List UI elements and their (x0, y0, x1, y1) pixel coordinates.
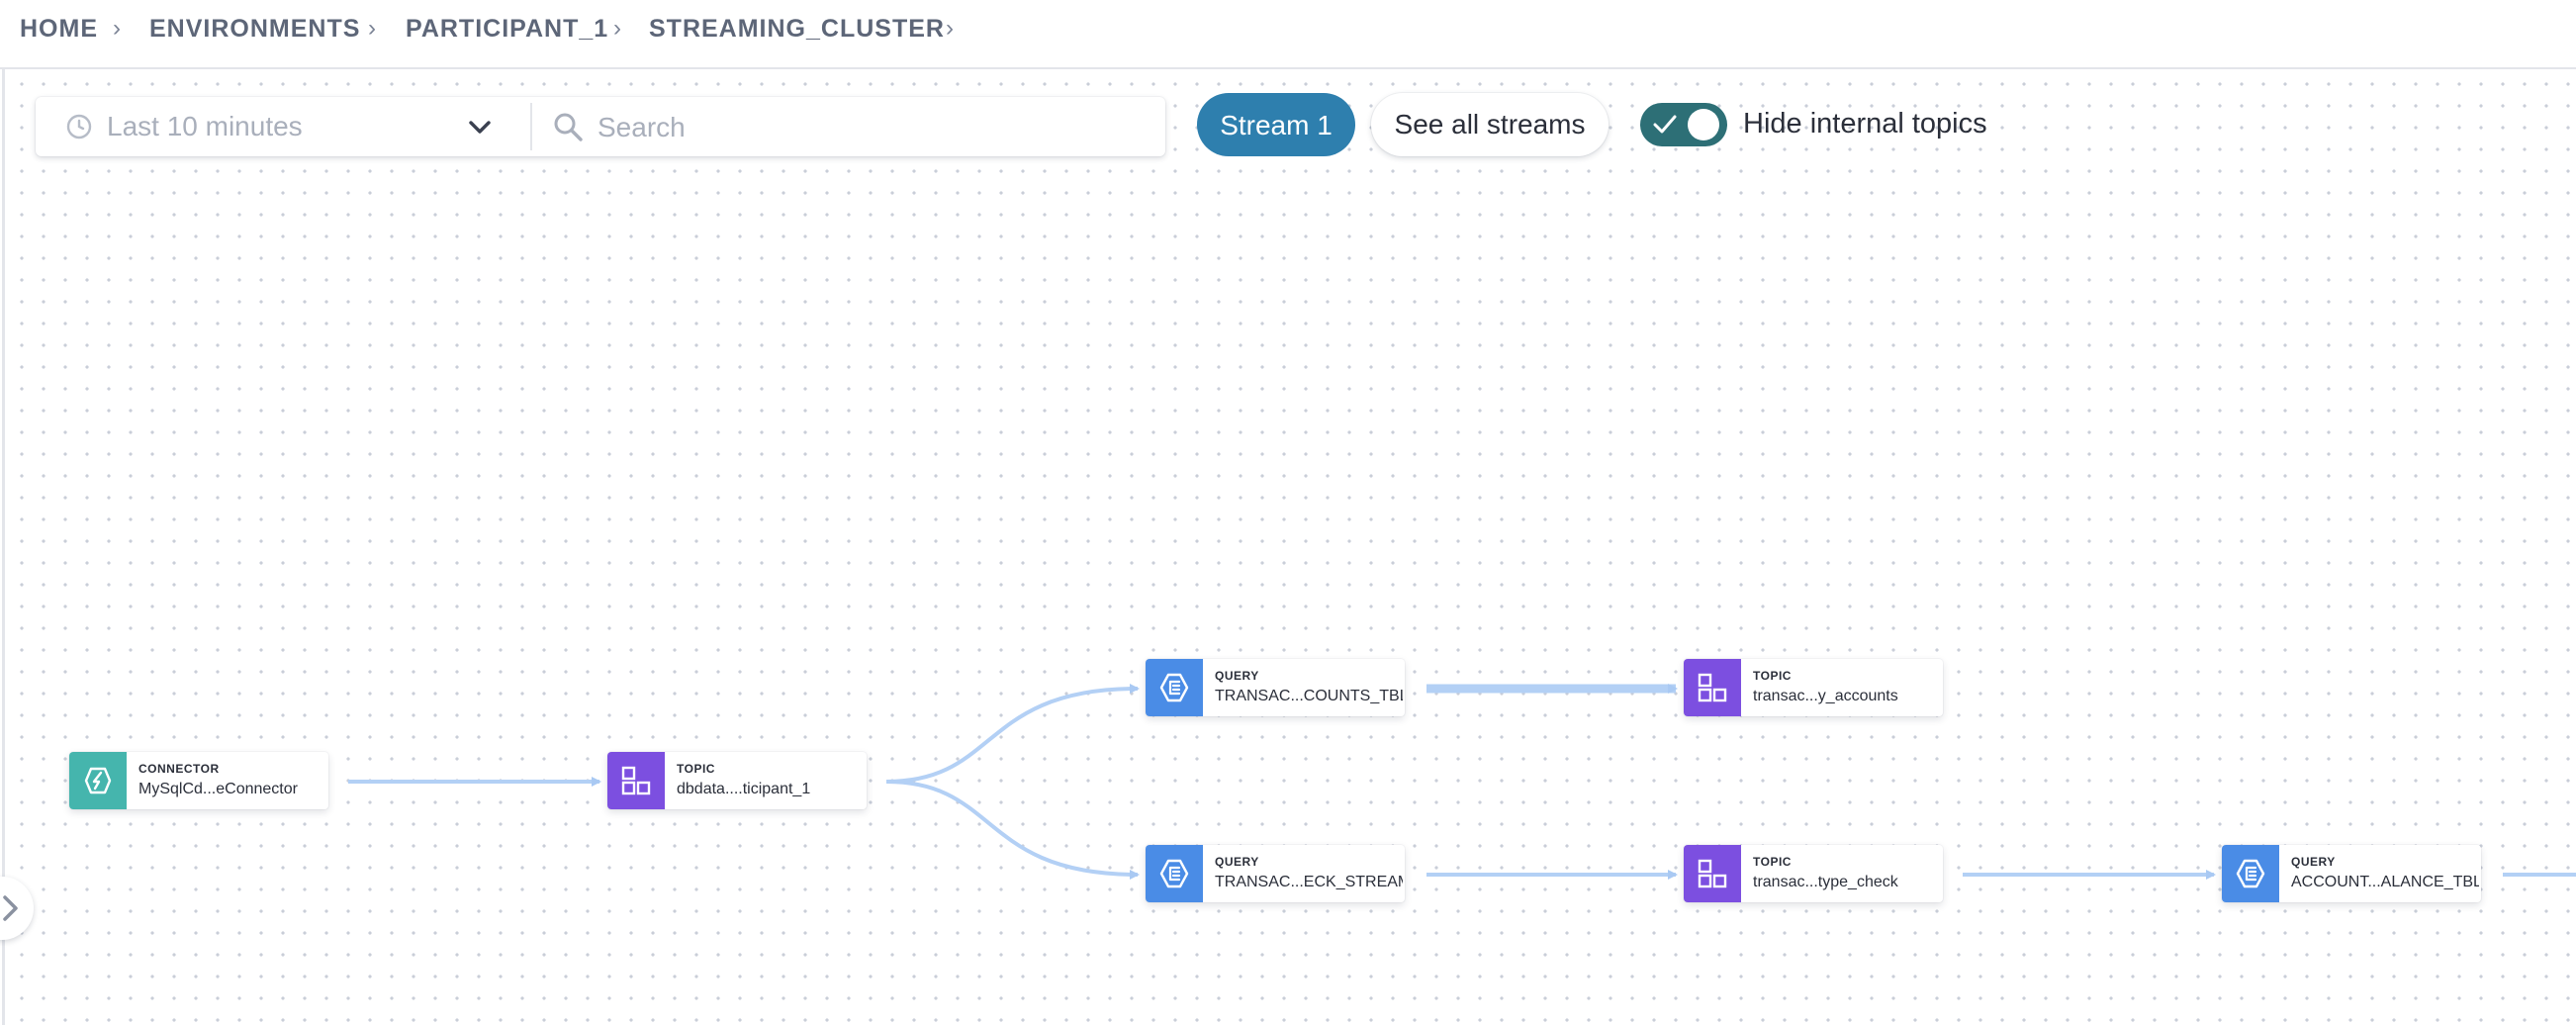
graph-node-topic[interactable]: TOPIC transac...type_check (1684, 845, 1943, 902)
node-name-label: TRANSAC...ECK_STREAM (1215, 874, 1403, 890)
query-icon (1146, 845, 1203, 902)
graph-node-query[interactable]: QUERY ACCOUNT...ALANCE_TBL (2222, 845, 2481, 902)
edge (885, 684, 1140, 784)
node-name-label: transac...type_check (1753, 874, 1898, 890)
query-icon (2222, 845, 2279, 902)
node-name-label: MySqlCd...eConnector (138, 781, 298, 797)
node-type-label: QUERY (1215, 669, 1259, 683)
query-icon (1146, 659, 1203, 716)
edge (885, 780, 1140, 880)
graph-node-connector[interactable]: CONNECTOR MySqlCd...eConnector (69, 752, 328, 809)
topic-icon (1684, 845, 1741, 902)
graph-node-query[interactable]: QUERY TRANSAC...COUNTS_TBL (1146, 659, 1405, 716)
topic-icon (607, 752, 665, 809)
node-name-label: TRANSAC...COUNTS_TBL (1215, 688, 1403, 704)
node-type-label: TOPIC (1753, 855, 1792, 869)
node-type-label: CONNECTOR (138, 762, 220, 776)
graph-node-query[interactable]: QUERY TRANSAC...ECK_STREAM (1146, 845, 1405, 902)
node-name-label: ACCOUNT...ALANCE_TBL (2291, 874, 2479, 890)
node-type-label: TOPIC (677, 762, 715, 776)
node-type-label: TOPIC (1753, 669, 1792, 683)
topic-icon (1684, 659, 1741, 716)
connector-icon (69, 752, 127, 809)
node-type-label: QUERY (2291, 855, 2336, 869)
graph-node-topic[interactable]: TOPIC transac...y_accounts (1684, 659, 1943, 716)
node-name-label: dbdata....ticipant_1 (677, 781, 811, 797)
node-type-label: QUERY (1215, 855, 1259, 869)
graph-node-topic[interactable]: TOPIC dbdata....ticipant_1 (607, 752, 867, 809)
node-name-label: transac...y_accounts (1753, 688, 1898, 704)
